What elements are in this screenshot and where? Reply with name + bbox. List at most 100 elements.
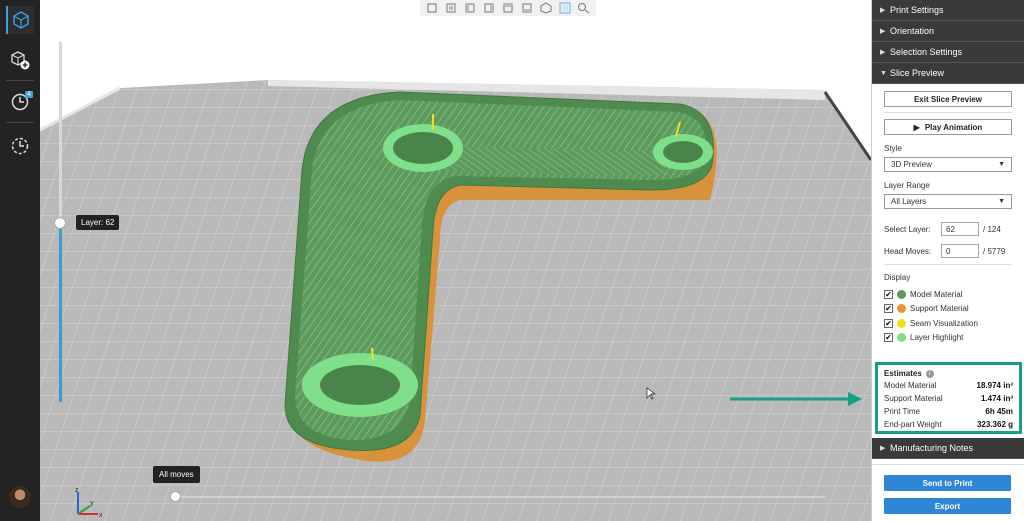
view-right-icon[interactable] (481, 1, 497, 15)
left-toolbar: 4 (0, 0, 40, 521)
display-item-label: Model Material (910, 289, 963, 299)
estimates-label: Estimates (884, 369, 922, 378)
display-item[interactable]: ✔ Model Material (884, 287, 1012, 302)
display-item-label: Seam Visualization (910, 318, 978, 328)
view-zoom-icon[interactable] (576, 1, 592, 15)
print-setup-icon[interactable] (6, 6, 34, 34)
view-bottom-icon[interactable] (519, 1, 535, 15)
estimate-label: Print Time (884, 407, 921, 416)
display-item-label: Support Material (910, 304, 969, 314)
slice-preview-body: Exit Slice Preview ▶ Play Animation Styl… (872, 84, 1024, 345)
head-moves-row: Head Moves: 0 / 5779 (884, 244, 1012, 258)
moves-slider-handle[interactable] (170, 491, 181, 502)
layer-range-value: All Layers (891, 197, 927, 206)
section-orientation[interactable]: ▶ Orientation (872, 21, 1024, 42)
estimate-value: 6h 45m (985, 407, 1013, 416)
select-layer-input[interactable]: 62 (941, 222, 979, 236)
layer-range-label: Layer Range (884, 181, 930, 190)
section-print-settings-label: Print Settings (890, 5, 944, 15)
color-swatch-icon (897, 333, 906, 343)
section-manufacturing-notes-label: Manufacturing Notes (890, 443, 974, 453)
color-swatch-icon (897, 318, 906, 328)
layer-tooltip: Layer: 62 (76, 215, 120, 230)
section-print-settings[interactable]: ▶ Print Settings (872, 0, 1024, 21)
view-toolbar (420, 0, 596, 16)
expand-arrow-icon: ▶ (880, 445, 886, 452)
display-item[interactable]: ✔ Seam Visualization (884, 316, 1012, 331)
estimate-value: 1.474 in³ (980, 394, 1013, 403)
style-select[interactable]: 3D Preview ▼ (884, 157, 1012, 172)
dropdown-arrow-icon: ▼ (998, 198, 1005, 205)
build-plate-scene (40, 80, 871, 521)
play-animation-label: Play Animation (924, 122, 983, 132)
queue-clock-icon[interactable]: 4 (6, 88, 34, 116)
info-icon[interactable]: i (925, 369, 934, 378)
moves-slider-track[interactable] (175, 496, 825, 498)
style-value: 3D Preview (891, 160, 932, 169)
section-slice-preview-label: Slice Preview (890, 68, 945, 78)
section-selection-settings-label: Selection Settings (890, 47, 963, 57)
estimate-label: End-part Weight (884, 420, 942, 429)
head-moves-input[interactable]: 0 (941, 244, 979, 258)
display-item-label: Layer Highlight (910, 333, 964, 343)
settings-panel: ▶ Print Settings ▶ Orientation ▶ Selection … (871, 0, 1024, 521)
section-selection-settings[interactable]: ▶ Selection Settings (872, 42, 1024, 63)
collapse-arrow-icon: ▼ (880, 69, 887, 77)
head-moves-total: / 5779 (983, 246, 1006, 256)
display-list: ✔ Model Material ✔ Support Material ✔ Seam Vi… (884, 287, 1012, 345)
checkbox-checked-icon[interactable]: ✔ (884, 318, 893, 328)
estimate-row: Support Material 1.474 in³ (884, 392, 1013, 405)
select-layer-label: Select Layer: (884, 224, 931, 234)
expand-arrow-icon: ▶ (880, 28, 886, 35)
checkbox-checked-icon[interactable]: ✔ (884, 333, 893, 343)
export-button[interactable]: Export (884, 498, 1011, 514)
section-slice-preview[interactable]: ▼ Slice Preview (872, 63, 1024, 84)
expand-arrow-icon: ▶ (880, 49, 886, 56)
select-layer-total: / 124 (983, 224, 1001, 234)
section-orientation-label: Orientation (890, 26, 935, 36)
view-front-icon[interactable] (424, 1, 440, 15)
play-icon: ▶ (913, 122, 920, 132)
svg-text:z: z (75, 487, 79, 494)
color-swatch-icon (897, 289, 906, 299)
user-avatar[interactable] (9, 486, 31, 508)
estimate-label: Support Material (884, 394, 943, 403)
add-part-icon[interactable] (6, 46, 34, 74)
svg-text:x: x (99, 512, 103, 519)
view-back-icon[interactable] (443, 1, 459, 15)
3d-viewport[interactable]: Layer: 62 All moves z x y (40, 0, 871, 521)
display-item[interactable]: ✔ Support Material (884, 302, 1012, 317)
estimates-list: Model Material 18.974 in³ Support Material… (884, 379, 1013, 431)
dropdown-arrow-icon: ▼ (998, 161, 1005, 168)
display-item[interactable]: ✔ Layer Highlight (884, 331, 1012, 346)
svg-text:y: y (90, 500, 94, 507)
view-left-icon[interactable] (462, 1, 478, 15)
checkbox-checked-icon[interactable]: ✔ (884, 304, 893, 314)
estimates-box: Estimates i Model Material 18.974 in³ Supp… (875, 362, 1022, 434)
axes-gizmo: z x y (75, 487, 103, 519)
select-layer-row: Select Layer: 62 / 124 (884, 222, 1012, 236)
send-to-print-button[interactable]: Send to Print (884, 475, 1011, 491)
display-label: Display (884, 273, 911, 282)
view-fit-icon[interactable] (557, 1, 573, 15)
expand-arrow-icon: ▶ (880, 7, 886, 14)
play-animation-button[interactable]: ▶ Play Animation (884, 119, 1012, 135)
estimate-row: End-part Weight 323.362 g (884, 418, 1013, 431)
estimate-value: 323.362 g (976, 420, 1013, 429)
layer-slider-handle[interactable] (54, 217, 66, 229)
estimate-row: Model Material 18.974 in³ (884, 379, 1013, 392)
view-iso-icon[interactable] (538, 1, 554, 15)
exit-slice-preview-button[interactable]: Exit Slice Preview (884, 91, 1012, 107)
layer-slider-fill (59, 223, 62, 402)
section-manufacturing-notes[interactable]: ▶ Manufacturing Notes (872, 438, 1024, 459)
layer-range-select[interactable]: All Layers ▼ (884, 194, 1012, 209)
color-swatch-icon (897, 304, 906, 314)
view-top-icon[interactable] (500, 1, 516, 15)
checkbox-checked-icon[interactable]: ✔ (884, 289, 893, 299)
estimate-value: 18.974 in³ (976, 381, 1013, 390)
queue-count-badge: 4 (25, 91, 33, 98)
history-icon[interactable] (6, 132, 34, 160)
estimates-header: Estimates i (884, 368, 1013, 379)
moves-tooltip: All moves (153, 466, 200, 483)
estimate-label: Model Material (884, 381, 937, 390)
